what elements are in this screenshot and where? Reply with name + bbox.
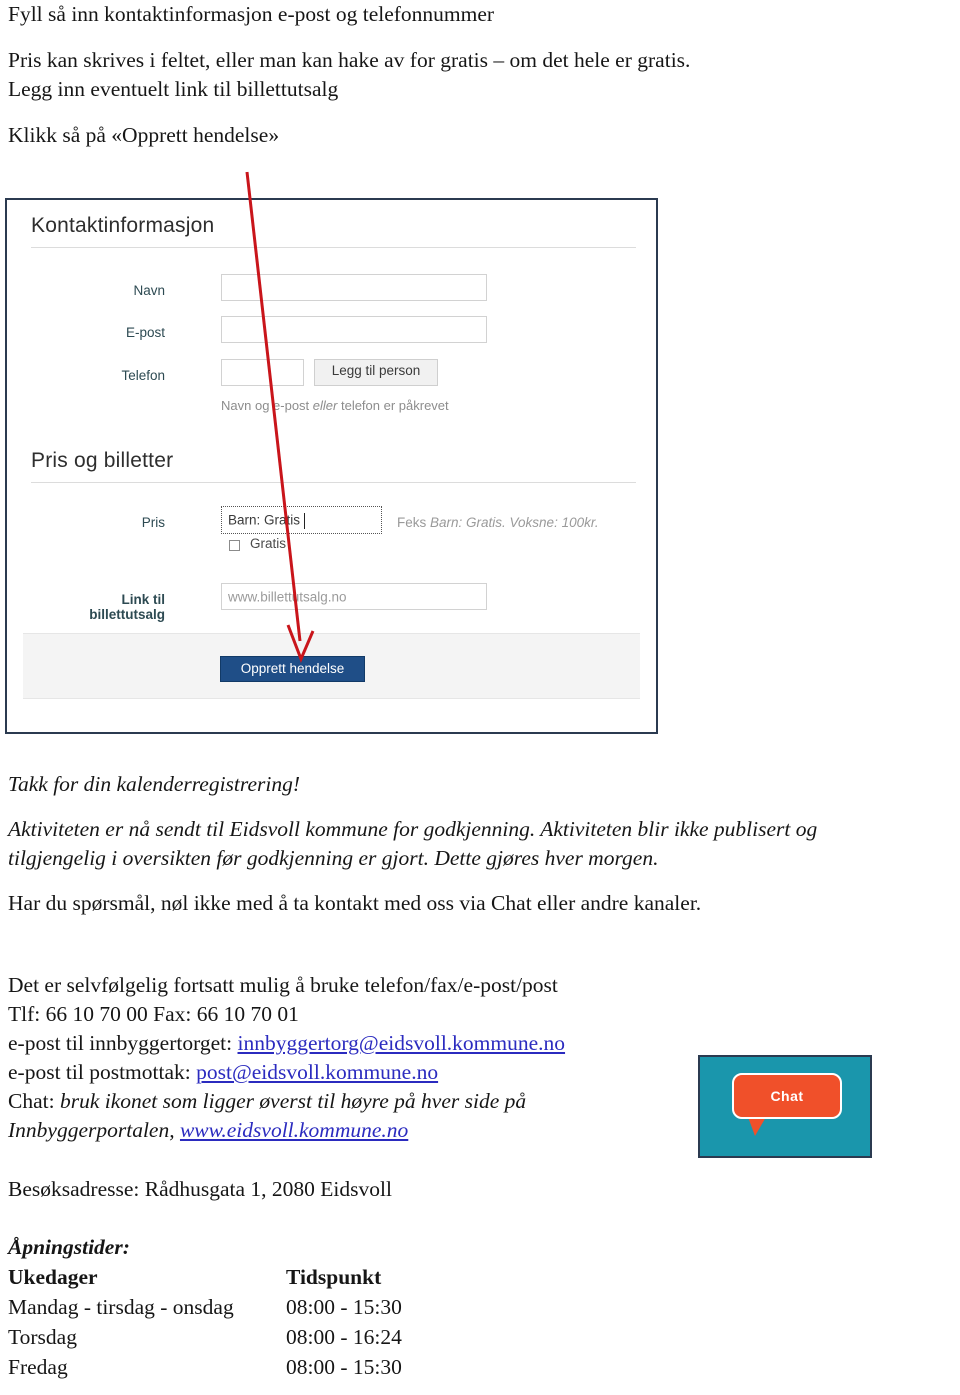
opening-hours-day: Fredag (8, 1355, 68, 1379)
telefon-label: Telefon (121, 368, 165, 383)
ticket-link-placeholder: www.billettutsalg.no (228, 589, 347, 604)
pris-input-value: Barn: Gratis (228, 512, 301, 528)
opening-hours-row: Torsdag 08:00 - 16:24 (8, 1322, 402, 1352)
price-section-heading: Pris og billetter (31, 449, 174, 472)
create-event-button[interactable]: Opprett hendelse (220, 656, 365, 682)
gratis-checkbox[interactable] (229, 540, 240, 551)
gratis-checkbox-label: Gratis (250, 536, 287, 551)
opening-hours-title: Åpningstider: (8, 1235, 130, 1259)
visit-address-block: Besøksadresse: Rådhusgata 1, 2080 Eidsvo… (8, 1175, 956, 1204)
chat-bubble-icon[interactable]: Chat (732, 1073, 842, 1119)
epost-label: E-post (125, 325, 165, 340)
questions-line: Har du spørsmål, nøl ikke med å ta konta… (8, 891, 702, 915)
instructions-block: Fyll så inn kontaktinformasjon e-post og… (8, 0, 952, 150)
confirmation-text-block: Takk for din kalenderregistrering! Aktiv… (8, 770, 956, 918)
contact-section-heading: Kontaktinformasjon (31, 214, 215, 237)
text-caret (304, 513, 305, 529)
chat-bubble-label: Chat (770, 1088, 804, 1104)
phone-line: Tlf: 66 10 70 00 Fax: 66 10 70 01 (8, 1002, 299, 1026)
instruction-line-3: Legg inn eventuelt link til billettutsal… (8, 77, 339, 101)
price-example-hint: Feks Barn: Gratis. Voksne: 100kr. (397, 515, 599, 530)
email-postmottak-link[interactable]: post@eidsvoll.kommune.no (196, 1060, 438, 1084)
thanks-line: Takk for din kalenderregistrering! (8, 772, 301, 796)
approval-line-2: tilgjengelig i oversikten før godkjennin… (8, 846, 659, 870)
required-fields-hint: Navn og e-post eller telefon er påkrevet (221, 398, 449, 413)
instruction-line-4: Klikk så på «Opprett hendelse» (8, 123, 280, 147)
form-inner: Kontaktinformasjon Navn E-post Telefon L… (7, 200, 656, 732)
opening-hours-time: 08:00 - 15:30 (286, 1295, 402, 1319)
email-postmottak-label: e-post til postmottak: (8, 1060, 197, 1084)
portal-name: Innbyggerportalen, (8, 1118, 180, 1142)
navn-label: Navn (133, 283, 165, 298)
pris-input[interactable]: Barn: Gratis (221, 506, 382, 534)
instruction-line-2: Pris kan skrives i feltet, eller man kan… (8, 48, 691, 72)
epost-input[interactable] (221, 316, 487, 343)
chat-icon-screenshot: Chat (698, 1055, 872, 1158)
opening-hours-day: Torsdag (8, 1325, 77, 1349)
portal-link[interactable]: www.eidsvoll.kommune.no (180, 1118, 408, 1142)
required-hint-after: telefon er påkrevet (337, 398, 449, 413)
visit-address-line: Besøksadresse: Rådhusgata 1, 2080 Eidsvo… (8, 1177, 392, 1201)
event-form-screenshot: Kontaktinformasjon Navn E-post Telefon L… (5, 198, 658, 734)
opening-hours-time: 08:00 - 16:24 (286, 1325, 402, 1349)
link-label: Link til billettutsalg (89, 592, 165, 622)
still-possible-line: Det er selvfølgelig fortsatt mulig å bru… (8, 973, 558, 997)
chat-instruction-italic: bruk ikonet som ligger øverst til høyre … (59, 1089, 527, 1113)
email-innbyggertorget-label: e-post til innbyggertorget: (8, 1031, 238, 1055)
contact-section-divider (31, 247, 636, 248)
required-hint-italic: eller (312, 398, 338, 413)
add-person-button[interactable]: Legg til person (314, 359, 438, 386)
opening-hours-header-time: Tidspunkt (286, 1265, 382, 1289)
instruction-line-1: Fyll så inn kontaktinformasjon e-post og… (8, 2, 495, 26)
price-example-lead: Feks (397, 515, 431, 530)
opening-hours-block: Åpningstider: Ukedager Tidspunkt Mandag -… (8, 1232, 402, 1382)
price-section-divider (31, 482, 636, 483)
opening-hours-header-day: Ukedager (8, 1265, 98, 1289)
ticket-link-input[interactable]: www.billettutsalg.no (221, 583, 487, 610)
opening-hours-header-row: Ukedager Tidspunkt (8, 1262, 402, 1292)
chat-bubble-tail-icon (748, 1117, 766, 1136)
opening-hours-row: Mandag - tirsdag - onsdag 08:00 - 15:30 (8, 1292, 402, 1322)
email-innbyggertorget-link[interactable]: innbyggertorg@eidsvoll.kommune.no (238, 1031, 566, 1055)
price-example-italic: Barn: Gratis. Voksne: 100kr. (430, 515, 599, 530)
telefon-input[interactable] (221, 359, 304, 386)
opening-hours-day: Mandag - tirsdag - onsdag (8, 1295, 234, 1319)
navn-input[interactable] (221, 274, 487, 301)
chat-label: Chat: (8, 1089, 60, 1113)
approval-line-1: Aktiviteten er nå sendt til Eidsvoll kom… (8, 817, 818, 841)
opening-hours-time: 08:00 - 15:30 (286, 1355, 402, 1379)
required-hint-before: Navn og e-post (221, 398, 313, 413)
pris-label: Pris (141, 515, 165, 530)
opening-hours-row: Fredag 08:00 - 15:30 (8, 1352, 402, 1382)
email-innbyggertorget-line: e-post til innbyggertorget: innbyggertor… (8, 1029, 956, 1058)
